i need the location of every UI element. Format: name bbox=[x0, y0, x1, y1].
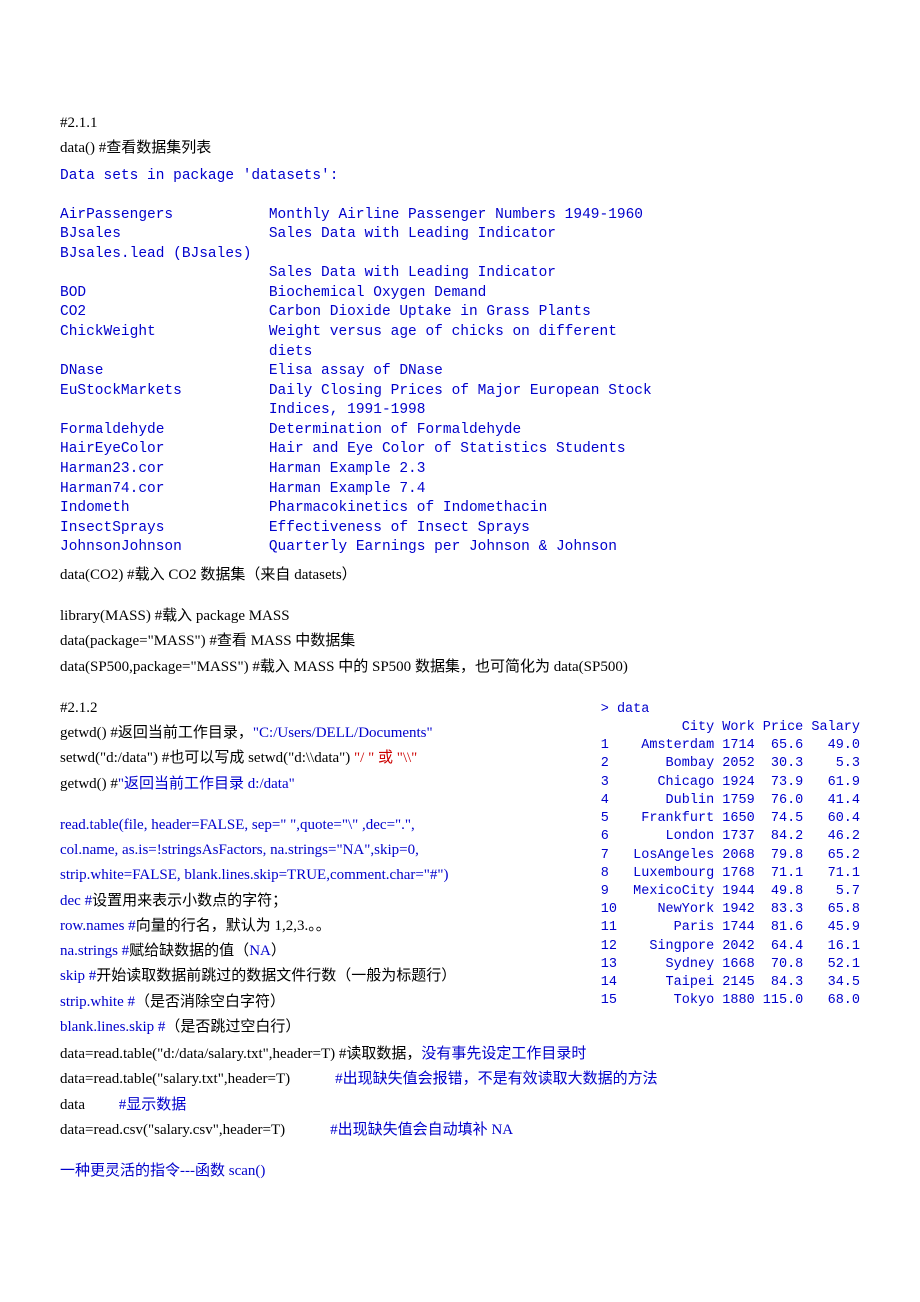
datasets-output: Data sets in package 'datasets': AirPass… bbox=[60, 167, 860, 558]
code-line: data #显示数据 bbox=[60, 1094, 860, 1117]
code-line: data=read.csv("salary.csv",header=T) #出现… bbox=[60, 1119, 860, 1142]
code-line: data(CO2) #载入 CO2 数据集（来自 datasets） bbox=[60, 564, 860, 587]
code-line: 一种更灵活的指令---函数 scan() bbox=[60, 1160, 860, 1183]
code-line: library(MASS) #载入 package MASS bbox=[60, 605, 860, 628]
code-line: data=read.table("d:/data/salary.txt",hea… bbox=[60, 1043, 860, 1066]
data-output-table: > data City Work Price Salary 1 Amsterda… bbox=[601, 701, 860, 1011]
code-line: data(package="MASS") #查看 MASS 中数据集 bbox=[60, 630, 860, 653]
code-line: data=read.table("salary.txt",header=T) #… bbox=[60, 1068, 860, 1091]
section-header: #2.1.1 bbox=[60, 112, 860, 135]
code-line: blank.lines.skip #（是否跳过空白行） bbox=[60, 1016, 860, 1039]
code-line: data() #查看数据集列表 bbox=[60, 137, 860, 160]
code-line: data(SP500,package="MASS") #载入 MASS 中的 S… bbox=[60, 656, 860, 679]
